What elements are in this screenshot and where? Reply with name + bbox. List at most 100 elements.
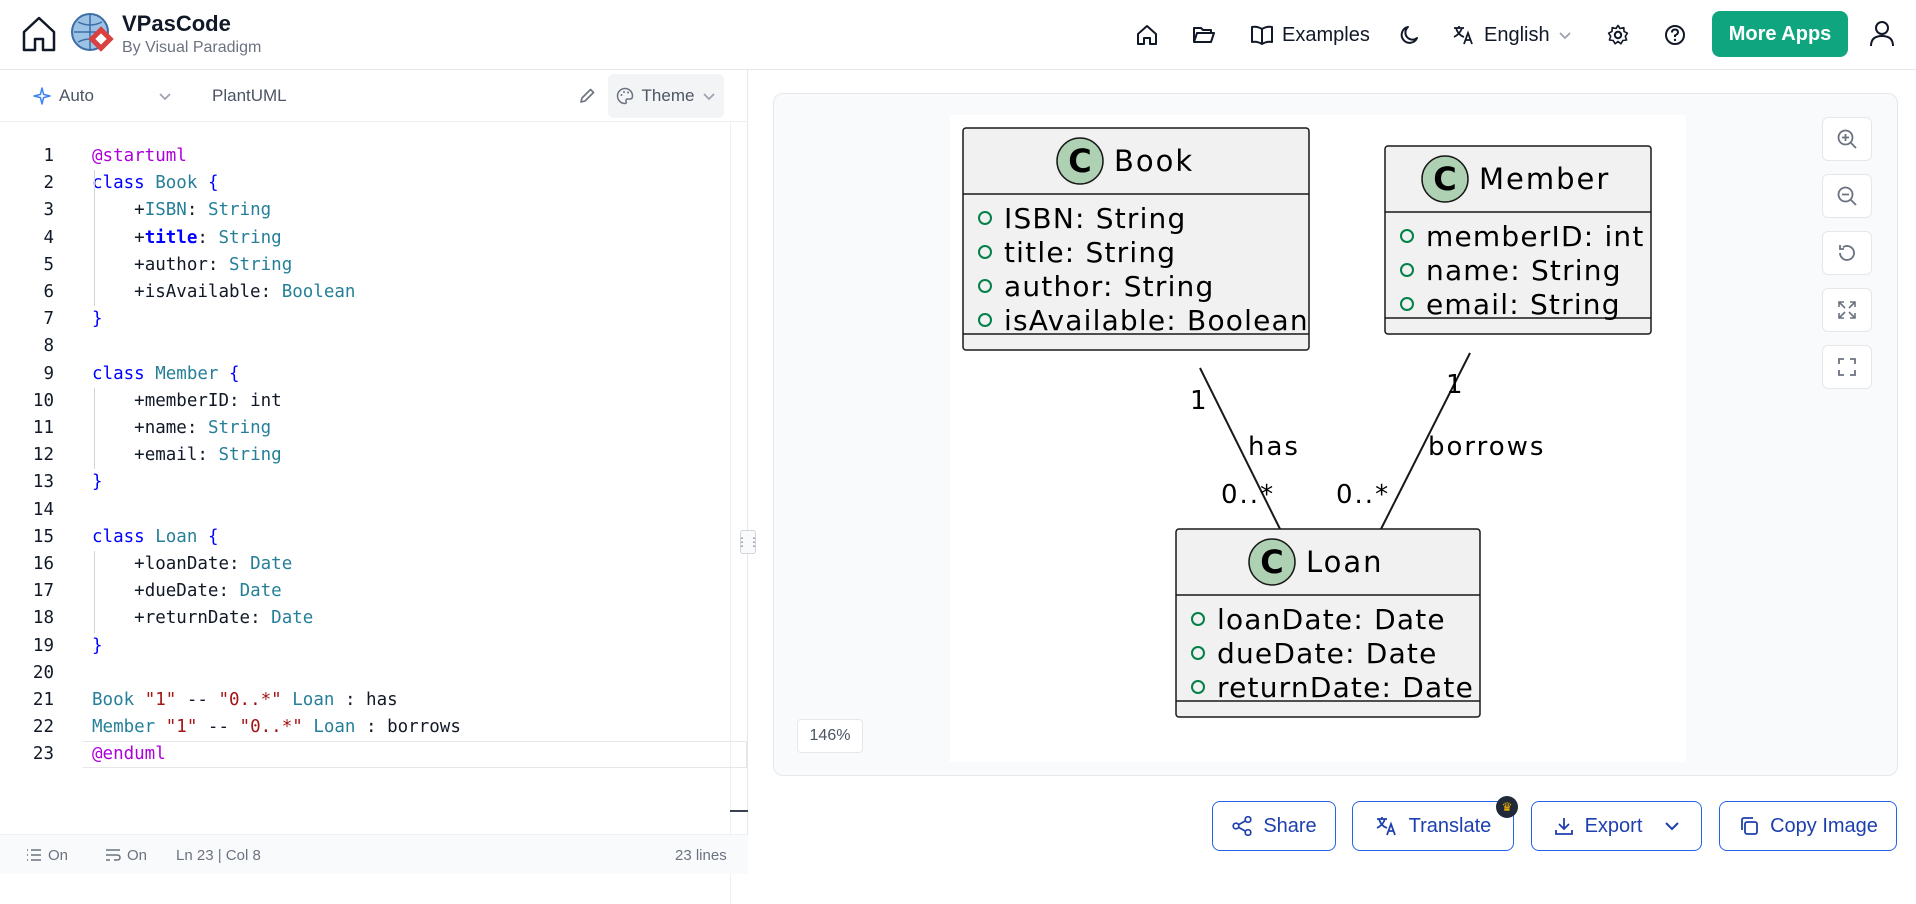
code-line[interactable]: 7} <box>0 306 730 333</box>
diagram-canvas[interactable]: 1 has 0..* 1 borrows 0..* C Book ISBN: Str… <box>950 115 1686 762</box>
line-number: 19 <box>32 635 54 656</box>
line-number: 7 <box>43 309 54 330</box>
share-label: Share <box>1263 814 1317 837</box>
class-name: Member <box>1479 162 1610 196</box>
code-text: class Book { <box>92 173 219 194</box>
line-number: 6 <box>43 282 54 302</box>
chevron-down-icon <box>703 93 716 101</box>
code-text: +ISBN: String <box>134 200 272 221</box>
examples-button[interactable]: Examples <box>1250 17 1370 53</box>
wrap-lines-icon <box>106 849 121 861</box>
dark-mode-icon[interactable] <box>1392 17 1428 53</box>
code-line[interactable]: 12 +email: String <box>0 442 730 469</box>
line-number: 1 <box>43 146 54 166</box>
mode-select[interactable]: Auto <box>33 70 172 122</box>
language-mode-label: PlantUML <box>212 86 287 105</box>
line-number: 12 <box>32 445 54 466</box>
cursor-position: Ln 23 | Col 8 <box>176 846 261 864</box>
code-line[interactable]: 18 +returnDate: Date <box>0 605 730 632</box>
export-button[interactable]: Export <box>1531 801 1702 851</box>
code-line[interactable]: 21 Book "1" -- "0..*" Loan : has <box>0 687 730 714</box>
member-multiplicity: 1 <box>1446 370 1463 400</box>
code-editor-panel: Auto PlantUML Theme ⋮⋮ 1 @startuml 2 class … <box>0 70 760 904</box>
help-icon[interactable] <box>1657 17 1693 53</box>
code-line[interactable]: 1 @startuml <box>0 143 730 170</box>
code-line[interactable]: 10 +memberID: int <box>0 388 730 415</box>
code-line[interactable]: 19} <box>0 633 730 660</box>
translate-label: Translate <box>1408 814 1492 837</box>
zoom-in-icon[interactable] <box>1822 117 1872 161</box>
code-line[interactable]: 2 class Book { <box>0 170 730 197</box>
code-text: +email: String <box>134 445 282 466</box>
code-text: } <box>92 472 103 493</box>
user-account-icon[interactable] <box>1862 13 1902 53</box>
code-line[interactable]: 3 +ISBN: String <box>0 197 730 224</box>
line-number: 23 <box>32 744 54 765</box>
chevron-down-icon <box>159 93 171 101</box>
share-icon <box>1232 815 1252 837</box>
code-line[interactable]: 6 +isAvailable: Boolean <box>0 279 730 306</box>
line-number: 8 <box>43 336 54 357</box>
home-nav-icon[interactable] <box>1129 17 1165 53</box>
code-text: Book "1" -- "0..*" Loan : has <box>92 690 398 710</box>
home-icon[interactable] <box>18 13 60 55</box>
line-number: 11 <box>32 418 54 438</box>
class-attribute: name: String <box>1426 254 1622 287</box>
language-select[interactable]: English <box>1452 17 1572 53</box>
translate-button[interactable]: Translate <box>1352 801 1514 851</box>
code-line[interactable]: 8 <box>0 333 730 360</box>
code-line[interactable]: 20 <box>0 660 730 687</box>
uml-class-book: C Book ISBN: Stringtitle: Stringauthor: St… <box>962 127 1310 351</box>
zoom-out-icon[interactable] <box>1822 174 1872 218</box>
has-label: has <box>1248 432 1300 462</box>
has-loan-multiplicity: 0..* <box>1221 480 1275 510</box>
share-button[interactable]: Share <box>1212 801 1336 851</box>
code-line[interactable]: 17 +dueDate: Date <box>0 578 730 605</box>
vpascode-logo <box>70 12 114 56</box>
uml-class-diagram: 1 has 0..* 1 borrows 0..* C Book ISBN: Str… <box>962 127 1652 718</box>
code-line[interactable]: 23 @enduml <box>0 741 730 768</box>
code-text: } <box>92 309 103 330</box>
borrows-label: borrows <box>1428 432 1545 462</box>
chevron-down-icon <box>1665 822 1680 831</box>
code-line[interactable]: 14 <box>0 497 730 524</box>
line-number: 16 <box>32 554 54 574</box>
code-line[interactable]: 22 Member "1" -- "0..*" Loan : borrows <box>0 714 730 741</box>
code-area[interactable]: 1 @startuml 2 class Book {3 +ISBN: String 4 … <box>0 143 747 773</box>
uml-class-member: C Member memberID: intname: Stringemail: S… <box>1384 145 1652 335</box>
code-text: Member "1" -- "0..*" Loan : borrows <box>92 717 461 738</box>
brand-name: VPasCode <box>122 11 231 36</box>
code-line[interactable]: 5 +author: String <box>0 252 730 279</box>
settings-gear-icon[interactable] <box>1600 17 1636 53</box>
code-line[interactable]: 4 +title: String <box>0 225 730 252</box>
more-apps-button[interactable]: More Apps <box>1712 11 1848 57</box>
class-attribute: ISBN: String <box>1004 202 1186 235</box>
code-line[interactable]: 9 class Member { <box>0 361 730 388</box>
mode-label: Auto <box>59 86 94 105</box>
line-number: 22 <box>32 717 54 738</box>
code-line[interactable]: 11 +name: String <box>0 415 730 442</box>
edit-pencil-icon[interactable] <box>578 70 596 122</box>
uml-class-loan: C Loan loanDate: DatedueDate: DatereturnDa… <box>1175 528 1481 718</box>
format-toggle[interactable]: On <box>105 835 147 875</box>
copy-image-button[interactable]: Copy Image <box>1719 801 1897 851</box>
class-attribute: returnDate: Date <box>1217 671 1474 704</box>
folder-open-icon[interactable] <box>1186 17 1222 53</box>
reset-zoom-icon[interactable] <box>1822 231 1872 275</box>
editor-scroll-thumb[interactable] <box>730 810 748 812</box>
fit-to-screen-icon[interactable] <box>1822 288 1872 332</box>
code-line[interactable]: 16 +loanDate: Date <box>0 551 730 578</box>
line-number: 14 <box>32 499 54 520</box>
examples-label: Examples <box>1282 23 1370 46</box>
class-icon-letter: C <box>1433 160 1456 198</box>
fullscreen-icon[interactable] <box>1822 345 1872 389</box>
line-number: 4 <box>43 227 54 248</box>
code-text: +title: String <box>134 227 282 248</box>
code-line[interactable]: 13} <box>0 469 730 496</box>
code-text: +author: String <box>134 254 293 275</box>
word-wrap-toggle[interactable]: On <box>26 835 68 875</box>
code-line[interactable]: 15 class Loan { <box>0 524 730 551</box>
class-attribute: email: String <box>1426 288 1621 321</box>
panel-resize-handle[interactable]: ⋮⋮ <box>736 530 760 554</box>
theme-select[interactable]: Theme <box>608 74 724 118</box>
